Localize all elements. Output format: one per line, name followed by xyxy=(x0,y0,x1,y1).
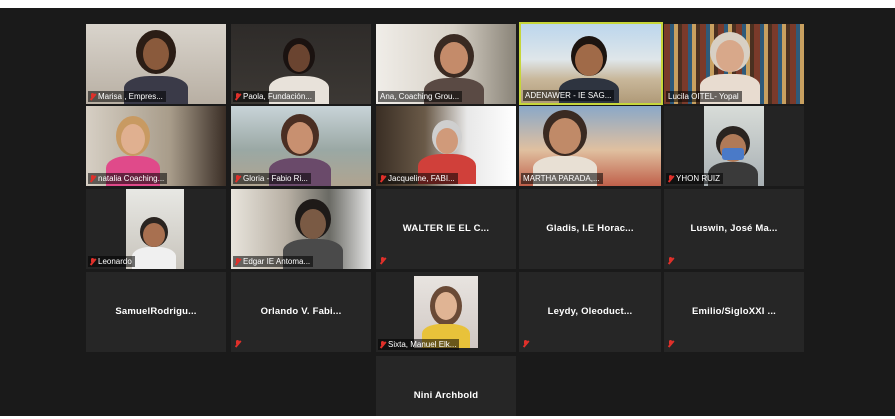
video-tile-paola[interactable]: Paola, Fundación... xyxy=(231,24,371,104)
muted-mic-icon xyxy=(668,174,674,183)
video-tile-luswin[interactable]: Luswin, José Ma... xyxy=(664,189,804,269)
video-tile-jacqueline[interactable]: Jacqueline, FABI... xyxy=(376,106,516,186)
participant-name: Edgar IE Antoma... xyxy=(243,257,311,266)
name-tag: Jacqueline, FABI... xyxy=(378,173,458,184)
video-tile-adenawer-active-speaker[interactable]: ADENAWER - IE SAG... xyxy=(519,22,663,105)
muted-mic-icon xyxy=(90,174,96,183)
video-tile-walter[interactable]: WALTER IE EL C... xyxy=(376,189,516,269)
muted-mic-icon xyxy=(380,257,386,265)
name-tag: MARTHA PARADA,... xyxy=(521,173,603,184)
name-tag: Marisa , Empres... xyxy=(88,91,166,102)
video-tile-natalia[interactable]: natalia Coaching... xyxy=(86,106,226,186)
name-tag: Edgar IE Antoma... xyxy=(233,256,314,267)
participant-name: Luswin, José Ma... xyxy=(690,223,778,234)
participant-name: Orlando V. Fabi... xyxy=(260,306,342,317)
name-tag: Gloria - Fabio Ri... xyxy=(233,173,311,184)
video-tile-lucila[interactable]: Lucila OITEL- Yopal xyxy=(664,24,804,104)
muted-mic-icon xyxy=(380,340,386,349)
participant-name: Lucila OITEL- Yopal xyxy=(668,92,739,101)
video-tile-nini[interactable]: Nini Archbold xyxy=(376,356,516,416)
participant-name: Jacqueline, FABI... xyxy=(388,174,455,183)
participant-name: Emilio/SigloXXI ... xyxy=(691,306,777,317)
name-tag: Lucila OITEL- Yopal xyxy=(666,91,742,102)
name-tag: ADENAWER - IE SAG... xyxy=(523,90,615,101)
participant-name: Gloria - Fabio Ri... xyxy=(243,174,308,183)
video-tile-samuel[interactable]: SamuelRodrigu... xyxy=(86,272,226,352)
video-tile-ana[interactable]: Ana, Coaching Grou... xyxy=(376,24,516,104)
video-tile-leonardo[interactable]: Leonardo xyxy=(86,189,226,269)
muted-mic-icon xyxy=(235,257,241,266)
muted-mic-icon xyxy=(380,174,386,183)
name-tag: Ana, Coaching Grou... xyxy=(378,91,463,102)
muted-mic-icon xyxy=(235,92,241,101)
participant-name: MARTHA PARADA,... xyxy=(523,174,600,183)
video-tile-orlando[interactable]: Orlando V. Fabi... xyxy=(231,272,371,352)
participant-video xyxy=(414,276,478,348)
participant-name: SamuelRodrigu... xyxy=(115,306,197,317)
video-tile-emilio[interactable]: Emilio/SigloXXI ... xyxy=(664,272,804,352)
name-tag: natalia Coaching... xyxy=(88,173,168,184)
name-tag: Sixta, Manuel Elk... xyxy=(378,339,460,350)
video-tile-yhon[interactable]: YHON RUIZ xyxy=(664,106,804,186)
name-tag: Leonardo xyxy=(88,256,135,267)
video-tile-gloria[interactable]: Gloria - Fabio Ri... xyxy=(231,106,371,186)
top-strip xyxy=(0,0,895,8)
video-tile-edgar[interactable]: Edgar IE Antoma... xyxy=(231,189,371,269)
participant-name: Leonardo xyxy=(98,257,132,266)
muted-mic-icon xyxy=(90,92,96,101)
muted-mic-icon xyxy=(235,340,241,348)
participant-name: ADENAWER - IE SAG... xyxy=(525,91,612,100)
participant-name: YHON RUIZ xyxy=(676,174,720,183)
participant-name: Marisa , Empres... xyxy=(98,92,163,101)
muted-mic-icon xyxy=(668,257,674,265)
participant-name: natalia Coaching... xyxy=(98,174,165,183)
participant-name: Nini Archbold xyxy=(413,390,479,401)
video-tile-gladis[interactable]: Gladis, I.E Horac... xyxy=(519,189,661,269)
name-tag: Paola, Fundación... xyxy=(233,91,315,102)
participant-name: Leydy, Oleoduct... xyxy=(547,306,633,317)
video-tile-leydy[interactable]: Leydy, Oleoduct... xyxy=(519,272,661,352)
muted-mic-icon xyxy=(90,257,96,266)
participant-name: Paola, Fundación... xyxy=(243,92,312,101)
video-tile-martha[interactable]: MARTHA PARADA,... xyxy=(519,106,661,186)
participant-name: WALTER IE EL C... xyxy=(402,223,490,234)
video-tile-sixta[interactable]: Sixta, Manuel Elk... xyxy=(376,272,516,352)
participant-name: Sixta, Manuel Elk... xyxy=(388,340,457,349)
video-tile-marisa[interactable]: Marisa , Empres... xyxy=(86,24,226,104)
muted-mic-icon xyxy=(668,340,674,348)
muted-mic-icon xyxy=(235,174,241,183)
name-tag: YHON RUIZ xyxy=(666,173,723,184)
participant-name: Gladis, I.E Horac... xyxy=(546,223,634,234)
participant-name: Ana, Coaching Grou... xyxy=(380,92,460,101)
muted-mic-icon xyxy=(523,340,529,348)
